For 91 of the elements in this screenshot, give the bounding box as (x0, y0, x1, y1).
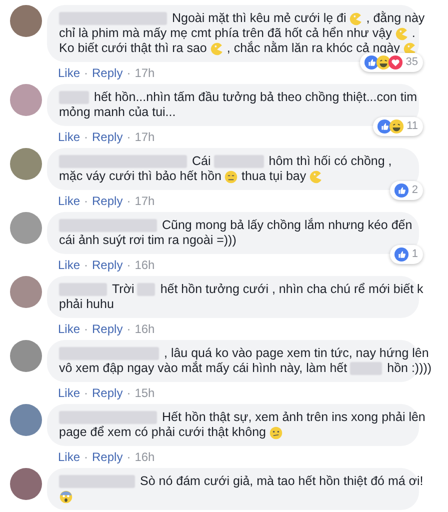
pacman-icon (309, 170, 324, 184)
separator: · (126, 386, 131, 401)
comment-text: , đằng này (366, 11, 425, 26)
comment-time: 17h (134, 130, 155, 145)
comment-text: vô xem đập ngay vào mắt mấy cái hình này, làm hết (59, 361, 348, 376)
comment-text: hồn :)))) (387, 361, 432, 376)
comment-text: Hết hồn thật sự, xem ảnh trên ins xong phải lên (162, 410, 426, 425)
reply-link[interactable]: Reply (92, 322, 123, 337)
reaction-badge[interactable]: 11 (372, 117, 423, 136)
comment-text: chỉ là phim mà mấy mẹ cmt phía trên đã hốt cả hển như vậy (59, 26, 392, 41)
separator: · (126, 258, 131, 273)
pacman-icon (210, 42, 224, 56)
comment-time: 17h (134, 194, 155, 209)
comment-text: Sò nó đám cưới giả, mà tao hết hồn thiệt đó má ơi! (140, 474, 424, 489)
comment-text: Ngoài mặt thì kêu mẻ cưới lẹ đi (172, 11, 346, 26)
redacted-name (214, 155, 264, 168)
reaction-badge[interactable]: 35 (360, 53, 423, 72)
pacman-icon (349, 12, 364, 26)
separator: · (126, 130, 131, 145)
like-link[interactable]: Like (58, 258, 80, 273)
like-link[interactable]: Like (58, 450, 80, 465)
reply-link[interactable]: Reply (92, 130, 123, 145)
separator: · (126, 322, 131, 337)
like-link[interactable]: Like (58, 194, 80, 209)
comment-text: hôm thì hối có chồng , (268, 154, 392, 169)
like-link[interactable]: Like (58, 66, 80, 81)
pacman-icon (394, 26, 409, 40)
comment-text: phải huhu (59, 297, 114, 312)
comment-text: thua tụi bay (241, 169, 306, 184)
comment-text: hết hồn...nhìn tấm đầu tưởng bả theo chồng thiệt...con tim (94, 90, 418, 105)
comment-text: , lâu quá ko vào page xem tin tức, nay hứng lên (164, 346, 429, 361)
comment-text: Trời (112, 282, 134, 297)
redacted-name (137, 283, 156, 296)
reaction-count: 35 (406, 55, 418, 70)
like-link[interactable]: Like (58, 386, 80, 401)
reply-link[interactable]: Reply (92, 194, 123, 209)
reaction-count: 2 (412, 183, 418, 198)
reaction-count: 1 (412, 247, 418, 262)
separator: · (84, 130, 88, 145)
separator: · (84, 66, 88, 81)
separator: · (84, 322, 88, 337)
avatar[interactable] (10, 84, 42, 116)
separator: · (84, 450, 88, 465)
separator: · (126, 66, 131, 81)
reaction-count: 11 (406, 119, 418, 134)
laughing-face-icon (376, 55, 391, 70)
comment-text: page để xem có phải cưới thật không (59, 425, 266, 440)
avatar[interactable] (10, 276, 42, 308)
avatar[interactable] (10, 340, 42, 372)
reply-link[interactable]: Reply (92, 450, 123, 465)
avatar[interactable] (10, 5, 42, 37)
reply-link[interactable]: Reply (92, 258, 123, 273)
comment-time: 16h (134, 450, 155, 465)
like-link[interactable]: Like (58, 322, 80, 337)
comment-text: mỏng manh của tui... (59, 105, 176, 120)
comment-text: Ko biết cưới thật thì ra sao (59, 41, 207, 56)
comment-text: cái ảnh suýt rơi tim ra ngoài =))) (59, 233, 236, 248)
thumbs-up-icon (364, 55, 379, 70)
laughing-face-icon (388, 119, 404, 134)
redacted-name (59, 91, 89, 104)
reaction-badge[interactable]: 1 (390, 245, 423, 264)
avatar[interactable] (10, 468, 42, 500)
comment-text: mặc váy cưới thì bảo hết hồn (59, 169, 222, 184)
redacted-name (350, 362, 382, 375)
neutral-face-icon (224, 170, 238, 184)
comment-time: 16h (134, 322, 155, 337)
separator: · (126, 450, 131, 465)
screaming-face-icon (59, 490, 73, 504)
comment-time: 15h (134, 386, 155, 401)
thumbs-up-icon (394, 247, 409, 262)
thumbs-up-icon (394, 183, 409, 198)
reaction-badge[interactable]: 2 (390, 181, 423, 200)
comment-text: . (412, 26, 416, 41)
separator: · (126, 194, 131, 209)
separator: · (84, 258, 88, 273)
confused-face-icon (268, 426, 283, 440)
separator: · (84, 194, 88, 209)
comment-text: hết hồn tưởng cưới , nhìn cha chú rể mới biết k (160, 282, 424, 297)
separator: · (84, 386, 88, 401)
avatar[interactable] (10, 212, 42, 244)
like-link[interactable]: Like (58, 130, 80, 145)
comment-text: Cũng mong bả lấy chồng lắm nhưng kéo đến (162, 218, 412, 233)
comment-time: 16h (134, 258, 155, 273)
redacted-name (59, 283, 107, 296)
thumbs-up-icon (376, 119, 392, 134)
comment-text: Cái (192, 154, 211, 169)
comment-time: 17h (134, 66, 155, 81)
reply-link[interactable]: Reply (92, 386, 123, 401)
avatar[interactable] (10, 404, 42, 436)
avatar[interactable] (10, 148, 42, 180)
reply-link[interactable]: Reply (92, 66, 123, 81)
